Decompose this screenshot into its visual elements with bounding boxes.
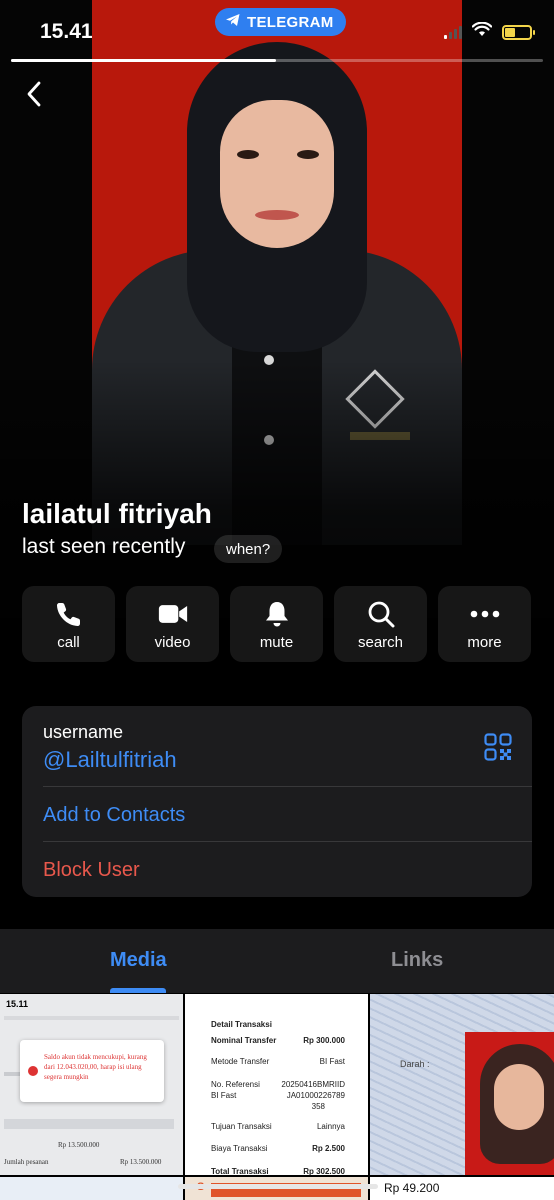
- media-thumbnail[interactable]: [0, 1177, 183, 1200]
- app-pill-label: TELEGRAM: [247, 13, 334, 31]
- qr-code-icon[interactable]: [484, 733, 512, 761]
- info-card: username @Lailtulfitriah Add to Contacts…: [22, 706, 532, 897]
- battery-charging-icon: [502, 24, 535, 40]
- username-label: username: [43, 722, 124, 742]
- receipt-row: Nominal Transfer Rp 300.000: [211, 1036, 345, 1045]
- active-tab-indicator: [110, 988, 166, 993]
- last-seen-status: last seen recently: [22, 535, 186, 558]
- back-button[interactable]: [26, 80, 54, 108]
- receipt-row: Metode Transfer BI Fast: [211, 1057, 345, 1066]
- receipt-row: Total Transaksi Rp 302.500: [211, 1167, 345, 1175]
- receipt-row: Biaya Transaksi Rp 2.500: [211, 1144, 345, 1153]
- thumb-price: Rp 49.200: [384, 1181, 440, 1195]
- cellular-signal-icon: [444, 25, 462, 39]
- photo-progress-bar: [11, 59, 543, 62]
- status-time: 15.41: [40, 20, 93, 43]
- more-label: more: [467, 634, 502, 651]
- wifi-icon: [471, 21, 493, 42]
- video-label: video: [154, 634, 191, 651]
- divider: [43, 841, 532, 842]
- call-label: call: [57, 634, 80, 651]
- photo-lips: [255, 210, 299, 220]
- mute-button[interactable]: mute: [230, 586, 323, 662]
- call-button[interactable]: call: [22, 586, 115, 662]
- media-thumbnail[interactable]: Darah :: [370, 994, 554, 1175]
- thumb-receipt-title: Detail Transaksi: [211, 1020, 272, 1029]
- video-button[interactable]: video: [126, 586, 219, 662]
- tab-media[interactable]: Media: [110, 949, 167, 972]
- photo-face: [220, 100, 334, 248]
- divider: [43, 786, 532, 787]
- thumb-popup-text: Saldo akun tidak mencukupi, kurang dari …: [44, 1053, 147, 1081]
- add-to-contacts-button[interactable]: Add to Contacts: [43, 804, 185, 827]
- tab-links[interactable]: Links: [391, 949, 443, 972]
- media-thumbnail[interactable]: Detail Transaksi Nominal Transfer Rp 300.…: [185, 994, 368, 1175]
- phone-icon: [54, 600, 84, 628]
- thumb-jumlah-value: Rp 13.500.000: [120, 1158, 162, 1166]
- chevron-left-icon: [27, 81, 41, 107]
- more-dots-icon: [470, 600, 500, 628]
- home-indicator[interactable]: [178, 1184, 378, 1189]
- search-icon: [366, 600, 396, 628]
- media-thumbnail[interactable]: Rp 49.200: [370, 1177, 554, 1200]
- thumb-id-label: Darah :: [400, 1059, 430, 1069]
- photo-eye-left: [237, 150, 259, 159]
- search-button[interactable]: search: [334, 586, 427, 662]
- profile-actions: call video mute search more: [22, 586, 531, 662]
- bell-icon: [262, 600, 292, 628]
- telegram-icon: [225, 12, 241, 32]
- error-icon: [28, 1066, 38, 1076]
- when-button[interactable]: when?: [214, 535, 283, 563]
- media-grid: 15.11 Saldo akun tidak mencukupi, kurang…: [0, 994, 554, 1200]
- username-value[interactable]: @Lailtulfitriah: [43, 747, 177, 773]
- receipt-row: No. Referensi 20250416BMRIID: [211, 1080, 345, 1089]
- video-camera-icon: [158, 600, 188, 628]
- receipt-row: Tujuan Transaksi Lainnya: [211, 1122, 345, 1131]
- thumb-status-time: 15.11: [6, 999, 29, 1009]
- media-tabs: Media Links: [0, 929, 554, 993]
- receipt-row: 358: [311, 1102, 325, 1111]
- photo-eye-right: [297, 150, 319, 159]
- block-user-button[interactable]: Block User: [43, 859, 140, 882]
- thumb-price: Rp 13.500.000: [58, 1141, 100, 1149]
- profile-name: lailatul fitriyah: [22, 498, 212, 529]
- search-label: search: [357, 634, 404, 651]
- thumb-error-popup: Saldo akun tidak mencukupi, kurang dari …: [20, 1040, 164, 1102]
- status-icons: [444, 21, 535, 42]
- thumb-jumlah-label: Jumlah pesanan: [4, 1158, 49, 1166]
- receipt-row: BI Fast JA01000226789: [211, 1091, 345, 1100]
- mute-label: mute: [259, 634, 294, 651]
- back-to-app-pill[interactable]: TELEGRAM: [215, 8, 346, 36]
- more-button[interactable]: more: [438, 586, 531, 662]
- media-thumbnail[interactable]: 15.11 Saldo akun tidak mencukupi, kurang…: [0, 994, 183, 1175]
